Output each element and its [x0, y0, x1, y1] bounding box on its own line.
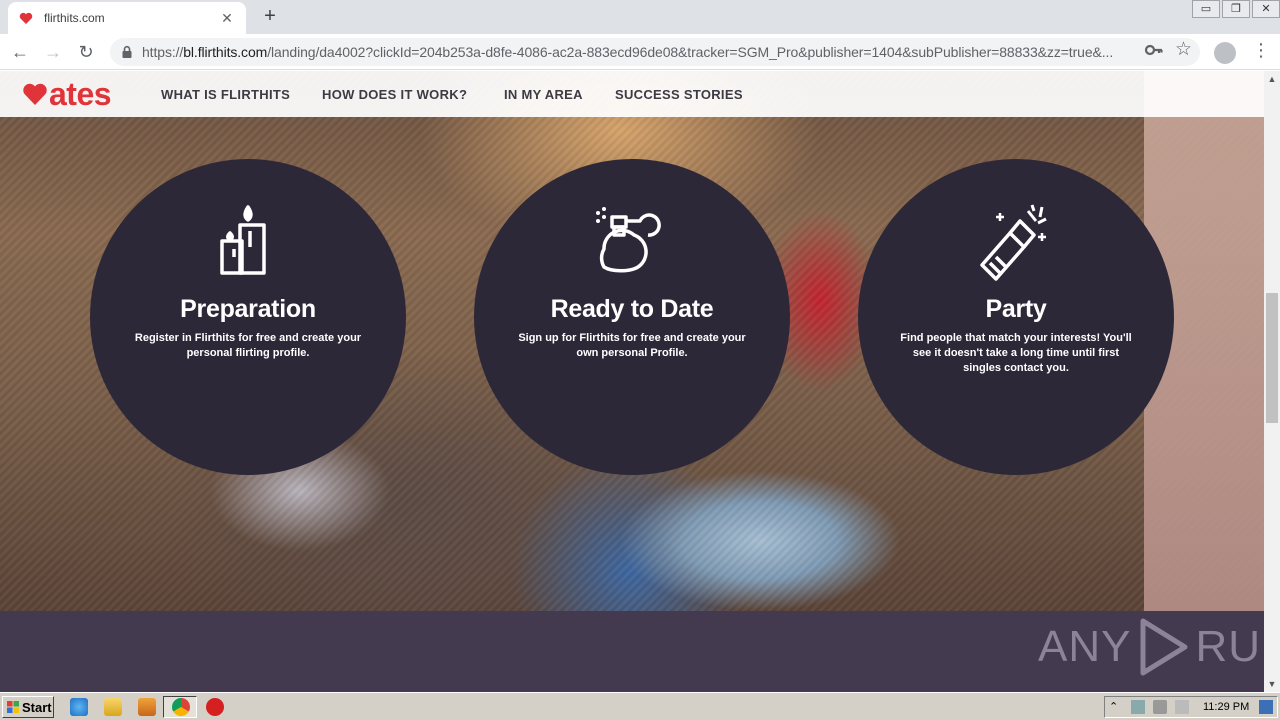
back-button[interactable]: ← [8, 40, 32, 64]
dates-logo[interactable]: ates [22, 76, 112, 112]
heart-favicon-icon [18, 10, 34, 26]
champagne-icon [980, 204, 1047, 281]
window-controls: ▭ ❐ ✕ [1190, 0, 1280, 20]
watermark-run: RUN [1195, 622, 1264, 671]
reload-button[interactable]: ↻ [74, 40, 98, 64]
scroll-up-icon[interactable]: ▲ [1264, 71, 1280, 87]
folder-icon[interactable] [104, 698, 122, 716]
forward-button[interactable]: → [41, 40, 65, 64]
url-host: bl.flirthits.com [183, 44, 268, 60]
perfume-icon [596, 207, 661, 273]
system-tray: ⌃ 11:29 PM [1104, 696, 1278, 718]
nav-in-my-area[interactable]: IN MY AREA [504, 87, 583, 102]
lock-icon [122, 45, 132, 58]
card-title: Ready to Date [550, 295, 714, 323]
url-path: /landing/da4002?clickId=204b253a-d8fe-40… [267, 44, 1114, 60]
card-text: Sign up for Flirthits for free and creat… [518, 332, 746, 359]
card-text: Find people that match your interests! Y… [900, 332, 1132, 374]
chrome-icon [172, 698, 190, 716]
start-label: Start [22, 699, 52, 715]
browser-menu-icon[interactable]: ⋮ [1252, 40, 1270, 61]
url-text: https://bl.flirthits.com/landing/da4002?… [142, 44, 1132, 60]
page-viewport: ates WHAT IS FLIRTHITS HOW DOES IT WORK?… [0, 71, 1264, 692]
card-text: Register in Flirthits for free and creat… [134, 332, 362, 359]
ie-icon[interactable] [70, 698, 88, 716]
logo-text: ates [49, 76, 112, 112]
start-button[interactable]: Start [2, 696, 54, 718]
tab-close-icon[interactable]: ✕ [218, 10, 236, 27]
restore-button[interactable]: ❐ [1222, 0, 1250, 18]
address-bar[interactable]: https://bl.flirthits.com/landing/da4002?… [110, 38, 1200, 66]
nav-success-stories[interactable]: SUCCESS STORIES [615, 87, 743, 102]
show-desktop-icon[interactable] [1259, 700, 1274, 714]
page-scrollbar[interactable]: ▲ ▼ [1264, 71, 1280, 692]
close-window-button[interactable]: ✕ [1252, 0, 1280, 18]
browser-toolbar: ← → ↻ https://bl.flirthits.com/landing/d… [0, 34, 1280, 70]
minimize-button[interactable]: ▭ [1192, 0, 1220, 18]
media-player-icon[interactable] [138, 698, 156, 716]
stop-icon[interactable] [206, 698, 224, 716]
tray-expand-icon[interactable]: ⌃ [1109, 700, 1123, 714]
card-title: Party [985, 295, 1047, 323]
nav-what-is-flirthits[interactable]: WHAT IS FLIRTHITS [161, 87, 290, 102]
bookmark-star-icon[interactable]: ☆ [1175, 38, 1192, 61]
candles-icon [220, 205, 266, 275]
new-tab-button[interactable]: + [258, 5, 282, 29]
url-scheme: https:// [142, 44, 184, 60]
network-icon[interactable] [1131, 700, 1145, 714]
tab-strip: flirthits.com ✕ + ▭ ❐ ✕ [0, 0, 1280, 34]
scroll-down-icon[interactable]: ▼ [1264, 676, 1280, 692]
card-preparation: Preparation Register in Flirthits for fr… [90, 159, 406, 475]
volume-icon[interactable] [1153, 700, 1167, 714]
profile-avatar-icon[interactable] [1214, 42, 1236, 64]
browser-tab[interactable]: flirthits.com ✕ [8, 2, 246, 34]
windows-flag-icon [7, 701, 19, 713]
windows-taskbar: Start ⌃ 11:29 PM [0, 692, 1280, 720]
site-header: ates WHAT IS FLIRTHITS HOW DOES IT WORK?… [0, 71, 1264, 117]
tab-title: flirthits.com [44, 11, 105, 25]
anyrun-watermark: ANY RUN [1038, 617, 1264, 677]
nav-how-does-it-work[interactable]: HOW DOES IT WORK? [322, 87, 467, 102]
flag-tray-icon[interactable] [1175, 700, 1189, 714]
card-party: Party Find people that match your intere… [858, 159, 1174, 475]
clock[interactable]: 11:29 PM [1203, 701, 1249, 713]
card-title: Preparation [180, 295, 316, 323]
play-icon [1140, 618, 1188, 676]
card-ready-to-date: Ready to Date Sign up for Flirthits for … [474, 159, 790, 475]
scroll-thumb[interactable] [1266, 293, 1278, 423]
heart-logo-icon [23, 83, 47, 105]
watermark-any: ANY [1038, 622, 1132, 671]
key-icon[interactable] [1144, 40, 1164, 60]
